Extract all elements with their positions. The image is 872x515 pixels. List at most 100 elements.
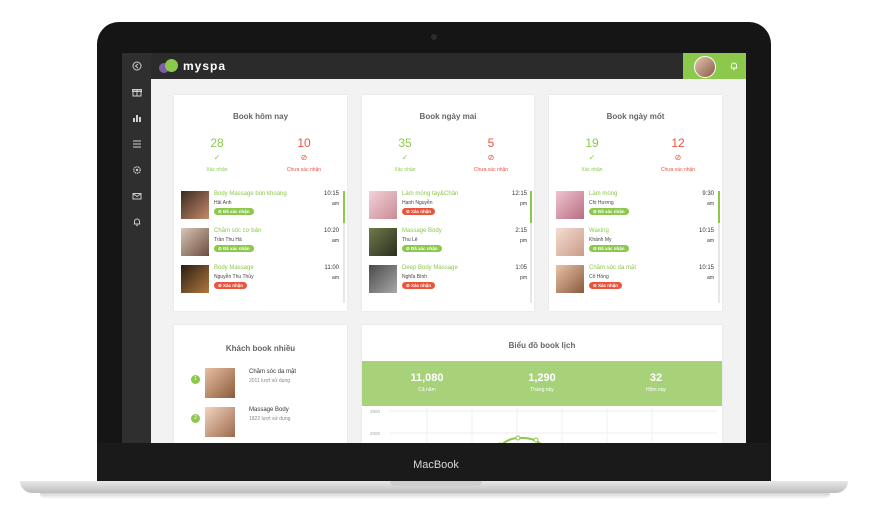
service-name[interactable]: Chăm sóc da mặt: [249, 369, 296, 375]
status-badge[interactable]: ⊘ Đã xác nhận: [402, 245, 442, 252]
service-thumbnail: [556, 191, 584, 219]
service-name: Waxing: [589, 228, 609, 234]
topbar: myspa: [151, 53, 746, 79]
gear-icon[interactable]: [122, 157, 151, 183]
y-tick-label: 2000: [370, 431, 381, 436]
panel-title: Book ngày mốt: [606, 112, 665, 121]
bell-icon[interactable]: [122, 209, 151, 235]
booking-time: 1:05: [515, 265, 527, 271]
status-badge[interactable]: ⊘ Xác nhận: [402, 208, 436, 215]
booking-time: 10:20: [323, 228, 339, 234]
booking-item[interactable]: Làm móng tay&Chân Hạnh Nguyễn ⊘ Xác nhận…: [369, 191, 529, 225]
booking-ampm: pm: [520, 201, 527, 207]
scrollbar[interactable]: [530, 191, 532, 303]
scrollbar[interactable]: [718, 191, 720, 303]
blocked-circle-icon: ⊘: [300, 153, 308, 162]
booking-item[interactable]: Waxing Khánh My ⊘ Đã xác nhận 10:15 am: [556, 228, 716, 262]
booking-ampm: am: [332, 201, 339, 207]
check-circle-icon: ✓: [588, 153, 596, 162]
service-thumbnail: [181, 228, 209, 256]
booking-chart-card: Biểu đồ book lịch 11,080 Cả năm 1,290 Th…: [362, 325, 722, 443]
panel-today: Book hôm nay 28 ✓ Xác nhận 10 ⊘ Chưa xác…: [174, 95, 347, 311]
status-badge[interactable]: ⊘ Xác nhận: [402, 282, 436, 289]
panel-tomorrow: Book ngày mai 35 ✓ Xác nhận 5 ⊘ Chưa xác…: [362, 95, 534, 311]
card-title: Biểu đồ book lịch: [508, 341, 576, 350]
back-arrow-icon[interactable]: [122, 53, 151, 79]
series-point: [533, 437, 539, 443]
customer-name: Nghĩa Bình: [402, 274, 428, 280]
service-name: Làm móng tay&Chân: [402, 191, 459, 197]
service-name[interactable]: Massage Body: [249, 407, 289, 413]
service-thumbnail: [369, 228, 397, 256]
booking-item[interactable]: Body Massage Nguyễn Thu Thủy ⊘ Xác nhận …: [181, 265, 341, 299]
customer-name: Chị Hương: [589, 200, 614, 206]
booking-time: 10:15: [698, 265, 714, 271]
bar-chart-icon[interactable]: [122, 105, 151, 131]
stat-label: Cả năm: [418, 387, 436, 393]
status-badge[interactable]: ⊘ Đã xác nhận: [589, 245, 629, 252]
customer-name: Nguyễn Thu Thủy: [214, 274, 254, 280]
panel-title: Book ngày mai: [419, 112, 477, 121]
panel-day-after: Book ngày mốt 19 ✓ Xác nhận 12 ⊘ Chưa xá…: [549, 95, 722, 311]
usage-count: 1822 lượt sử dụng: [249, 416, 291, 422]
pending-label: Chưa xác nhận: [473, 167, 509, 173]
top-services-card: Khách book nhiều 1 Chăm sóc da mặt 2011 …: [174, 325, 347, 443]
customer-name: Hạnh Nguyễn: [402, 200, 433, 206]
check-circle-icon: ✓: [213, 153, 221, 162]
service-name: Body Massage bùn khoáng: [214, 191, 287, 197]
confirmed-label: Xác nhận: [581, 167, 603, 173]
check-circle-icon: ✓: [401, 153, 409, 162]
list-icon[interactable]: [122, 131, 151, 157]
service-thumbnail: [556, 228, 584, 256]
service-name: Massage Body: [402, 228, 442, 234]
status-badge[interactable]: ⊘ Đã xác nhận: [214, 245, 254, 252]
rank-badge: 1: [191, 375, 200, 384]
service-thumbnail: [181, 191, 209, 219]
confirmed-count: 28: [210, 136, 224, 150]
scrollbar[interactable]: [343, 191, 345, 303]
confirmed-label: Xác nhận: [206, 167, 228, 173]
stats-band: 11,080 Cả năm 1,290 Tháng này 32 Hôm nay: [362, 361, 722, 406]
series-point: [515, 435, 521, 441]
mail-icon[interactable]: [122, 183, 151, 209]
panel-title: Book hôm nay: [232, 112, 289, 121]
booking-ampm: am: [707, 238, 714, 244]
laptop-notch: [390, 481, 482, 486]
customer-name: Hải Anh: [214, 200, 232, 206]
booking-ampm: am: [707, 275, 714, 281]
bell-icon[interactable]: [729, 61, 739, 71]
stat-value: 32: [649, 372, 663, 384]
booking-item[interactable]: Body Massage bùn khoáng Hải Anh ⊘ Đã xác…: [181, 191, 341, 225]
laptop-shadow: [40, 493, 830, 499]
booking-item[interactable]: Chăm sóc da mặt Cô Hồng ⊘ Xác nhận 10:15…: [556, 265, 716, 299]
service-thumbnail: [556, 265, 584, 293]
service-name: Làm móng: [589, 191, 618, 197]
customer-name: Trần Thu Hà: [214, 237, 242, 243]
booking-time: 10:15: [698, 228, 714, 234]
customer-name: Thu Lê: [402, 237, 418, 243]
booking-item[interactable]: Deep Body Massage Nghĩa Bình ⊘ Xác nhận …: [369, 265, 529, 299]
stat-label: Hôm nay: [645, 387, 666, 393]
booking-item[interactable]: Làm móng Chị Hương ⊘ Đã xác nhận 9:30 am: [556, 191, 716, 225]
confirmed-count: 19: [585, 136, 599, 150]
pending-label: Chưa xác nhận: [286, 167, 322, 173]
device-label: MacBook: [413, 459, 459, 471]
booking-item[interactable]: Chăm sóc cơ bản Trần Thu Hà ⊘ Đã xác nhậ…: [181, 228, 341, 262]
booking-ampm: am: [707, 201, 714, 207]
gift-icon[interactable]: [122, 79, 151, 105]
stat-value: 1,290: [528, 372, 556, 384]
user-area: [683, 53, 746, 79]
service-name: Chăm sóc da mặt: [589, 265, 637, 271]
booking-time: 2:15: [515, 228, 527, 234]
status-badge[interactable]: ⊘ Đã xác nhận: [214, 208, 254, 215]
booking-time: 12:15: [511, 191, 527, 197]
stat-value: 11,080: [410, 372, 444, 384]
avatar[interactable]: [694, 56, 716, 78]
confirmed-count: 35: [398, 136, 412, 150]
status-badge[interactable]: ⊘ Xác nhận: [589, 282, 623, 289]
status-badge[interactable]: ⊘ Đã xác nhận: [589, 208, 629, 215]
customer-name: Khánh My: [589, 237, 612, 243]
rank-badge: 2: [191, 414, 200, 423]
booking-item[interactable]: Massage Body Thu Lê ⊘ Đã xác nhận 2:15 p…: [369, 228, 529, 262]
status-badge[interactable]: ⊘ Xác nhận: [214, 282, 248, 289]
